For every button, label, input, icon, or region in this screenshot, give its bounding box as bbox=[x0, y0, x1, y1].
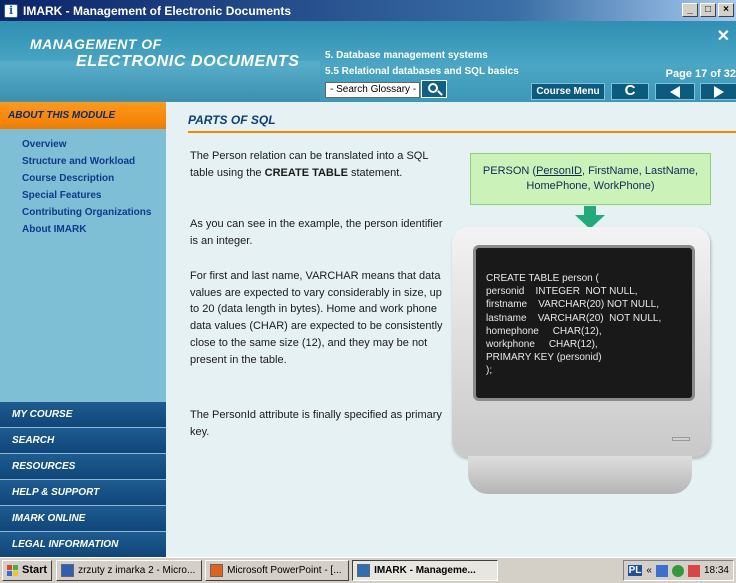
monitor-base bbox=[468, 456, 692, 494]
sidebar-item-special-features[interactable]: Special Features bbox=[22, 187, 151, 204]
windows-logo-icon bbox=[7, 564, 19, 577]
sidebar: ABOUT THIS MODULE Overview Structure and… bbox=[0, 102, 166, 557]
refresh-button[interactable]: C bbox=[611, 83, 649, 100]
paragraph-varchar: For first and last name, VARCHAR means t… bbox=[190, 270, 443, 366]
relation-callout: PERSON (PersonID, FirstName, LastName, H… bbox=[470, 153, 711, 205]
menu-resources[interactable]: RESOURCES bbox=[0, 453, 166, 479]
sql-code: CREATE TABLE person ( personid INTEGER N… bbox=[486, 273, 662, 377]
sidebar-item-contributing-orgs[interactable]: Contributing Organizations bbox=[22, 204, 151, 221]
module-header: MANAGEMENT OF ELECTRONIC DOCUMENTS 5. Da… bbox=[0, 21, 736, 102]
next-page-button[interactable] bbox=[700, 83, 736, 100]
module-title-line2: ELECTRONIC DOCUMENTS bbox=[76, 53, 300, 70]
paragraph-intro-text-c: statement. bbox=[347, 166, 403, 179]
callout-key: PersonID bbox=[536, 165, 582, 177]
arrow-left-icon bbox=[670, 86, 680, 98]
minimize-button[interactable]: _ bbox=[682, 3, 698, 17]
sidebar-item-course-description[interactable]: Course Description bbox=[22, 170, 151, 187]
maximize-button[interactable]: □ bbox=[700, 3, 716, 17]
sidebar-item-about-imark[interactable]: About IMARK bbox=[22, 221, 151, 238]
taskbar-item-powerpoint[interactable]: Microsoft PowerPoint - [... bbox=[205, 560, 350, 581]
breadcrumb-lesson[interactable]: 5.5 Relational databases and SQL basics bbox=[325, 66, 519, 77]
search-icon-handle bbox=[437, 90, 443, 96]
module-title-line1: MANAGEMENT OF bbox=[30, 36, 162, 52]
taskbar-item-imark-label: IMARK - Manageme... bbox=[374, 565, 476, 576]
course-menu-button[interactable]: Course Menu bbox=[531, 83, 605, 100]
menu-my-course[interactable]: MY COURSE bbox=[0, 401, 166, 427]
start-label: Start bbox=[22, 564, 48, 576]
taskbar-item-powerpoint-label: Microsoft PowerPoint - [... bbox=[227, 565, 342, 576]
clock: 18:34 bbox=[703, 565, 729, 576]
taskbar-item-word-label: zrzuty z imarka 2 - Micro... bbox=[78, 565, 196, 576]
powerpoint-icon bbox=[210, 564, 224, 577]
page-indicator: Page 17 of 32 bbox=[665, 68, 736, 80]
paragraph-primary-key: The PersonId attribute is finally specif… bbox=[190, 409, 442, 438]
sidebar-item-structure[interactable]: Structure and Workload bbox=[22, 153, 151, 170]
taskbar-item-imark[interactable]: IMARK - Manageme... bbox=[352, 560, 499, 581]
imark-app-icon bbox=[4, 3, 18, 18]
imark-icon bbox=[357, 564, 371, 577]
paragraph-intro: The Person relation can be translated in… bbox=[190, 148, 445, 181]
security-icon[interactable] bbox=[687, 564, 700, 577]
close-window-button[interactable]: × bbox=[718, 3, 734, 17]
content-area: PARTS OF SQL The Person relation can be … bbox=[166, 102, 736, 557]
word-icon bbox=[61, 564, 75, 577]
network-icon[interactable] bbox=[655, 564, 668, 577]
window-title: IMARK - Management of Electronic Documen… bbox=[23, 3, 292, 18]
window-title-bar[interactable]: IMARK - Management of Electronic Documen… bbox=[0, 0, 736, 21]
menu-search[interactable]: SEARCH bbox=[0, 427, 166, 453]
close-icon[interactable]: ✕ bbox=[717, 26, 730, 46]
page-title: PARTS OF SQL bbox=[188, 113, 736, 133]
sidebar-item-overview[interactable]: Overview bbox=[22, 136, 151, 153]
globe-icon[interactable] bbox=[671, 564, 684, 577]
taskbar: Start zrzuty z imarka 2 - Micro... Micro… bbox=[0, 557, 736, 583]
tray-expand-icon[interactable]: « bbox=[646, 565, 652, 576]
create-table-keyword: CREATE TABLE bbox=[264, 166, 348, 179]
monitor-power-led bbox=[672, 437, 690, 441]
language-indicator[interactable]: PL bbox=[627, 565, 643, 576]
menu-legal-information[interactable]: LEGAL INFORMATION bbox=[0, 531, 166, 557]
paragraph-identifier: As you can see in the example, the perso… bbox=[190, 218, 443, 247]
taskbar-item-word[interactable]: zrzuty z imarka 2 - Micro... bbox=[56, 560, 203, 581]
monitor-illustration: CREATE TABLE person ( personid INTEGER N… bbox=[452, 227, 710, 457]
search-button[interactable] bbox=[421, 80, 447, 98]
monitor-screen: CREATE TABLE person ( personid INTEGER N… bbox=[473, 245, 695, 401]
start-button[interactable]: Start bbox=[2, 560, 53, 581]
arrow-right-icon bbox=[714, 86, 724, 98]
system-tray: PL « 18:34 bbox=[622, 560, 734, 581]
about-module-header[interactable]: ABOUT THIS MODULE bbox=[0, 102, 166, 129]
previous-page-button[interactable] bbox=[655, 83, 695, 100]
menu-imark-online[interactable]: IMARK ONLINE bbox=[0, 505, 166, 531]
refresh-icon: C bbox=[624, 82, 636, 99]
callout-prefix: PERSON ( bbox=[482, 165, 537, 177]
glossary-search-select[interactable]: - Search Glossary - bbox=[325, 82, 420, 98]
about-module-list: Overview Structure and Workload Course D… bbox=[22, 136, 151, 238]
breadcrumb-section[interactable]: 5. Database management systems bbox=[325, 50, 488, 61]
menu-help-support[interactable]: HELP & SUPPORT bbox=[0, 479, 166, 505]
